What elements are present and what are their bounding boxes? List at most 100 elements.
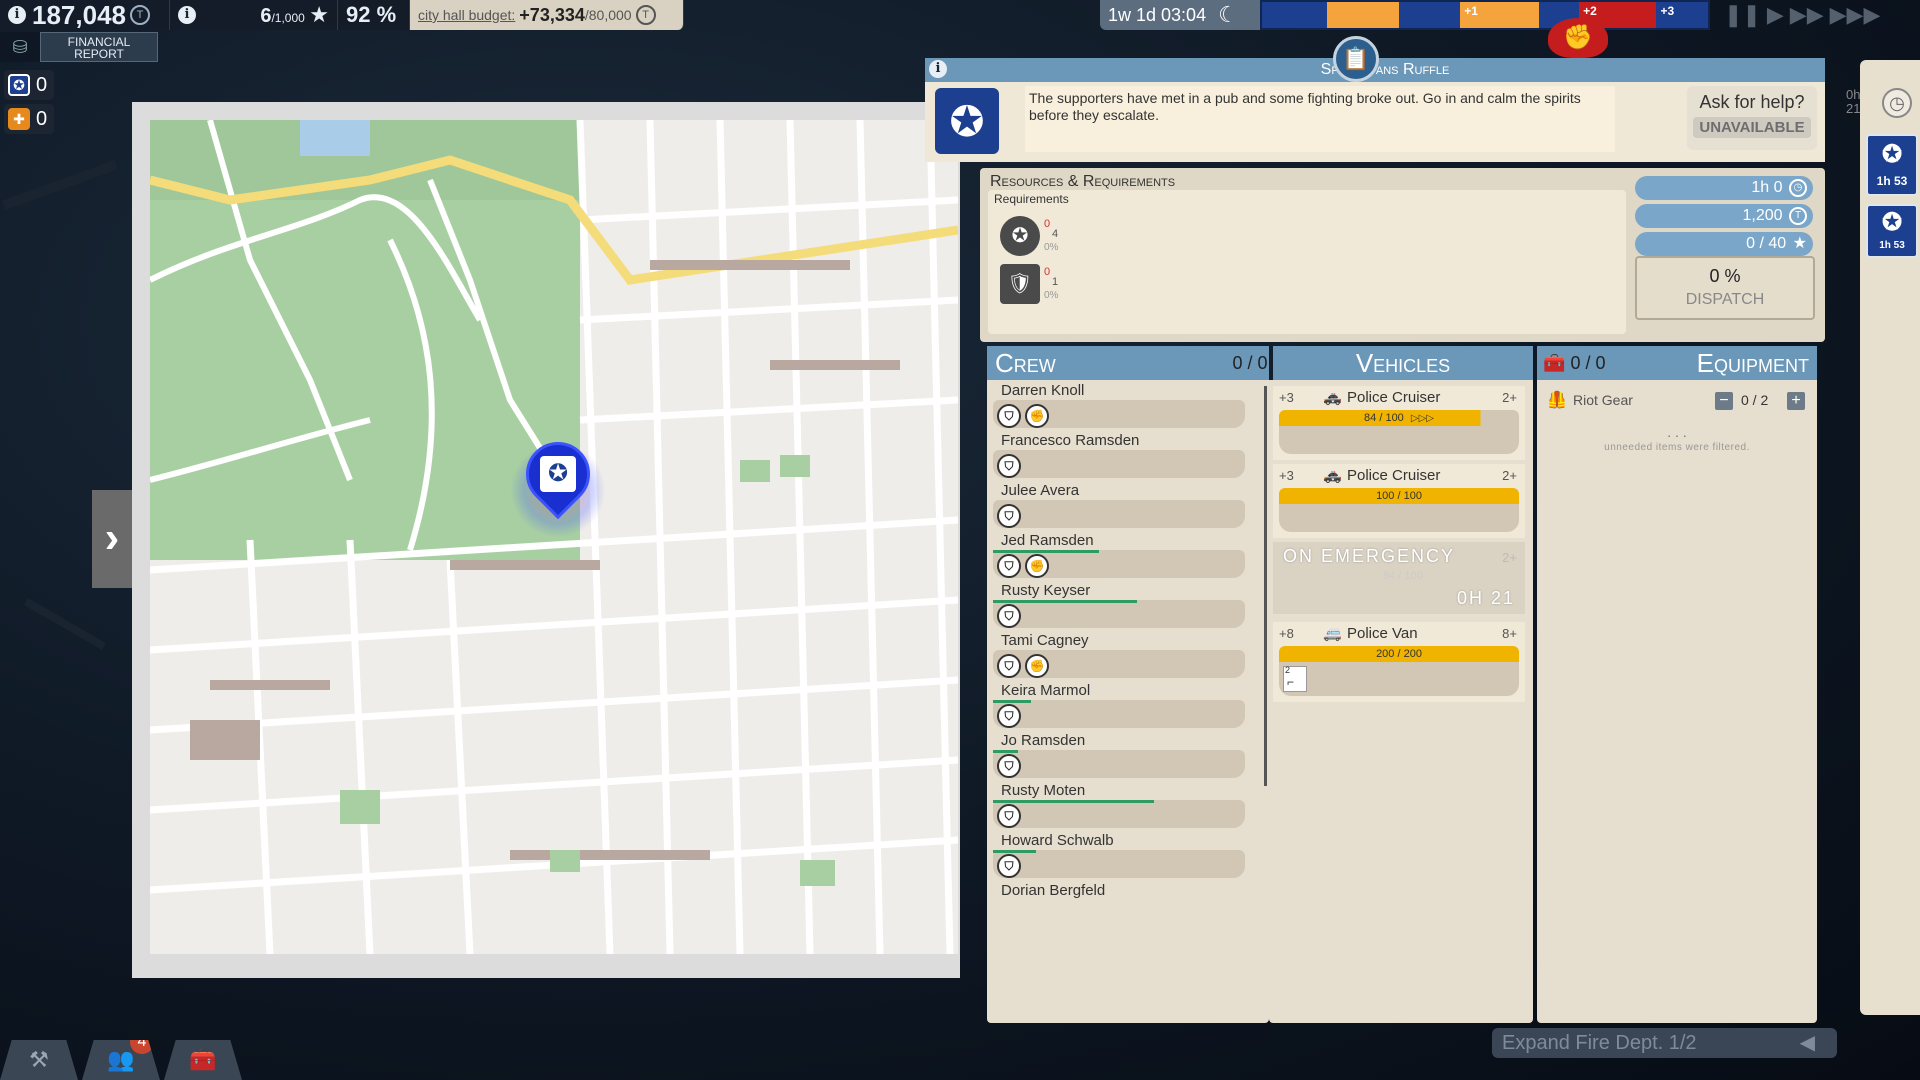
- badge-icon: ⛉: [997, 554, 1021, 578]
- fastest-forward-icon[interactable]: ▶▶▶: [1830, 2, 1881, 28]
- cost-value: 1,200: [1742, 207, 1783, 224]
- clipboard-icon[interactable]: 📋: [1333, 36, 1379, 82]
- requirement-item[interactable]: 🛡 0 1 0%: [1000, 264, 1070, 308]
- crew-row[interactable]: Keira Marmol ⛉: [987, 680, 1269, 730]
- info-icon[interactable]: i: [178, 6, 196, 24]
- coin-icon: T: [635, 5, 656, 25]
- financial-report-line2: REPORT: [74, 47, 124, 61]
- budget-label[interactable]: city hall budget:: [418, 7, 515, 23]
- crew-xp-bar: [993, 550, 1099, 553]
- equipment-list[interactable]: 🦺 Riot Gear − 0 / 2 + . . . unneeded ite…: [1537, 380, 1817, 1023]
- notification-badge: 4: [130, 1040, 154, 1054]
- decrease-button[interactable]: −: [1715, 392, 1733, 410]
- badge-icon: ⛉: [997, 604, 1021, 628]
- fast-forward-icon[interactable]: ▶▶: [1790, 2, 1824, 28]
- ask-help-question: Ask for help?: [1699, 92, 1805, 112]
- crew-name: Keira Marmol: [1001, 682, 1091, 699]
- brawler-icon: ✊: [1025, 654, 1049, 678]
- tab-equipment[interactable]: 🧰: [164, 1040, 242, 1080]
- medic-icon: ✚: [8, 108, 30, 130]
- crew-row[interactable]: Dorian Bergfeld: [987, 880, 1269, 930]
- crew-row[interactable]: Francesco Ramsden ⛉: [987, 430, 1269, 480]
- req-pct: 0%: [1044, 290, 1059, 301]
- crew-name: Rusty Keyser: [1001, 582, 1091, 599]
- police-counter[interactable]: ✪ 0: [4, 70, 54, 100]
- mission-location-pin[interactable]: ✪: [510, 428, 606, 538]
- vehicle-slot[interactable]: [1279, 426, 1519, 454]
- crew-row[interactable]: Howard Schwalb ⛉: [987, 830, 1269, 880]
- star-icon: ★: [1792, 235, 1807, 252]
- report-icon: ⛁: [0, 32, 40, 62]
- alarm-clock-icon[interactable]: ◷: [1882, 88, 1912, 118]
- crew-row[interactable]: Julee Avera ⛉: [987, 480, 1269, 530]
- vehicle-card[interactable]: +3 🚓 Police Cruiser 2+ 100 / 100: [1273, 464, 1525, 538]
- money-value: 187,048: [32, 0, 126, 30]
- riot-alert-icon[interactable]: ✊: [1548, 18, 1608, 58]
- vehicles-list[interactable]: +3 🚓 Police Cruiser 2+ 84 / 100 ▷▷▷ +3 🚓…: [1269, 380, 1533, 1023]
- money-display[interactable]: i 187,048 T: [0, 0, 170, 30]
- crew-name: Julee Avera: [1001, 482, 1080, 499]
- police-shield-icon: ✪: [1881, 209, 1903, 236]
- badge-icon: ⛉: [997, 854, 1021, 878]
- equipment-ellipsis: . . .: [1667, 424, 1687, 440]
- equipment-title: Equipment: [1696, 348, 1809, 378]
- equipment-item[interactable]: 🦺 Riot Gear − 0 / 2 +: [1543, 388, 1805, 414]
- weapon-equipment-icon[interactable]: 2 ⌐: [1283, 665, 1307, 692]
- fuel-value: 100 / 100: [1376, 490, 1422, 502]
- play-icon[interactable]: ▶: [1767, 2, 1784, 28]
- crew-scrollbar[interactable]: [1264, 386, 1267, 786]
- dispatch-button[interactable]: 0 % DISPATCH: [1635, 256, 1815, 320]
- medic-counter[interactable]: ✚ 0: [4, 104, 54, 134]
- info-icon[interactable]: i: [8, 6, 26, 24]
- vehicle-card-top: +8 🚐 Police Van 8+: [1273, 622, 1525, 646]
- ask-help-button[interactable]: UNAVAILABLE: [1693, 117, 1811, 138]
- crew-slot-bar: [993, 500, 1245, 528]
- crew-row[interactable]: Rusty Moten ⛉: [987, 780, 1269, 830]
- tab-staff[interactable]: 👥 4: [82, 1040, 160, 1080]
- mission-info-icon[interactable]: i: [929, 60, 947, 78]
- crew-name: Howard Schwalb: [1001, 832, 1114, 849]
- tracker-mission[interactable]: ✪ 1h 53: [1866, 134, 1918, 196]
- vehicle-name: Police Cruiser: [1347, 389, 1441, 406]
- financial-report-button[interactable]: ⛁ FINANCIAL REPORT: [0, 32, 158, 62]
- requirement-item[interactable]: ✪ 0 4 0%: [1000, 216, 1070, 260]
- crew-row[interactable]: Tami Cagney ⛉ ✊: [987, 630, 1269, 680]
- resources-requirements: Resources & Requirements Requirements ✪ …: [980, 168, 1825, 342]
- crew-list[interactable]: Darren Knoll ⛉ ✊ Francesco Ramsden ⛉ Julee …: [987, 380, 1269, 1023]
- fuel-value: 84 / 100: [1383, 570, 1423, 582]
- timeline-segment: [1327, 2, 1399, 28]
- bottom-tabs: ⚒ 👥 4 🧰: [0, 1032, 242, 1080]
- crew-row[interactable]: Jo Ramsden ⛉: [987, 730, 1269, 780]
- crew-row[interactable]: Jed Ramsden ⛉ ✊: [987, 530, 1269, 580]
- crew-row[interactable]: Darren Knoll ⛉ ✊: [987, 380, 1269, 430]
- pause-icon[interactable]: ❚❚: [1724, 2, 1761, 28]
- crew-xp-bar: [993, 600, 1137, 603]
- approval-display[interactable]: 92 %: [338, 0, 410, 30]
- budget-display[interactable]: city hall budget: +73,334 /80,000 T: [410, 0, 684, 30]
- vehicle-card[interactable]: +8 🚐 Police Van 8+ 200 / 200 2 ⌐: [1273, 622, 1525, 702]
- game-time: 1w 1d 03:04: [1108, 4, 1207, 25]
- vehicle-slot[interactable]: 2 ⌐: [1279, 662, 1519, 696]
- rating-display[interactable]: i 6/1,000 ★: [170, 0, 338, 30]
- vehicle-card[interactable]: +3 🚓 Police Cruiser 2+ 84 / 100 ▷▷▷: [1273, 386, 1525, 460]
- mission-panel: i Sport Fans Ruffle 📋 ✪ The supporters h…: [925, 36, 1825, 1023]
- timeline-segment: [1398, 2, 1451, 28]
- police-icon: ✪: [8, 74, 30, 96]
- vehicles-title: Vehicles: [1355, 348, 1451, 378]
- crew-xp-bar: [993, 700, 1031, 703]
- tracker-header: 0h 21 ◷: [1846, 88, 1918, 124]
- expand-fire-dept-banner[interactable]: Expand Fire Dept. 1/2 ◀: [1492, 1028, 1837, 1058]
- increase-button[interactable]: +: [1787, 392, 1805, 410]
- event-timeline[interactable]: +1 +2 +3: [1260, 0, 1710, 30]
- medic-count: 0: [36, 107, 48, 130]
- police-count: 0: [36, 73, 48, 96]
- crew-row[interactable]: Rusty Keyser ⛉: [987, 580, 1269, 630]
- map-expand-arrow[interactable]: ›: [92, 490, 132, 588]
- unit-counters: ✪ 0 ✚ 0: [4, 70, 54, 138]
- vehicle-slot[interactable]: [1279, 504, 1519, 532]
- tracker-mission[interactable]: ✪ 1h 53: [1866, 204, 1918, 258]
- tab-build[interactable]: ⚒: [0, 1040, 78, 1080]
- fuel-value: 200 / 200: [1376, 648, 1422, 660]
- city-road: [24, 598, 106, 650]
- mission-map[interactable]: ✪: [150, 120, 958, 954]
